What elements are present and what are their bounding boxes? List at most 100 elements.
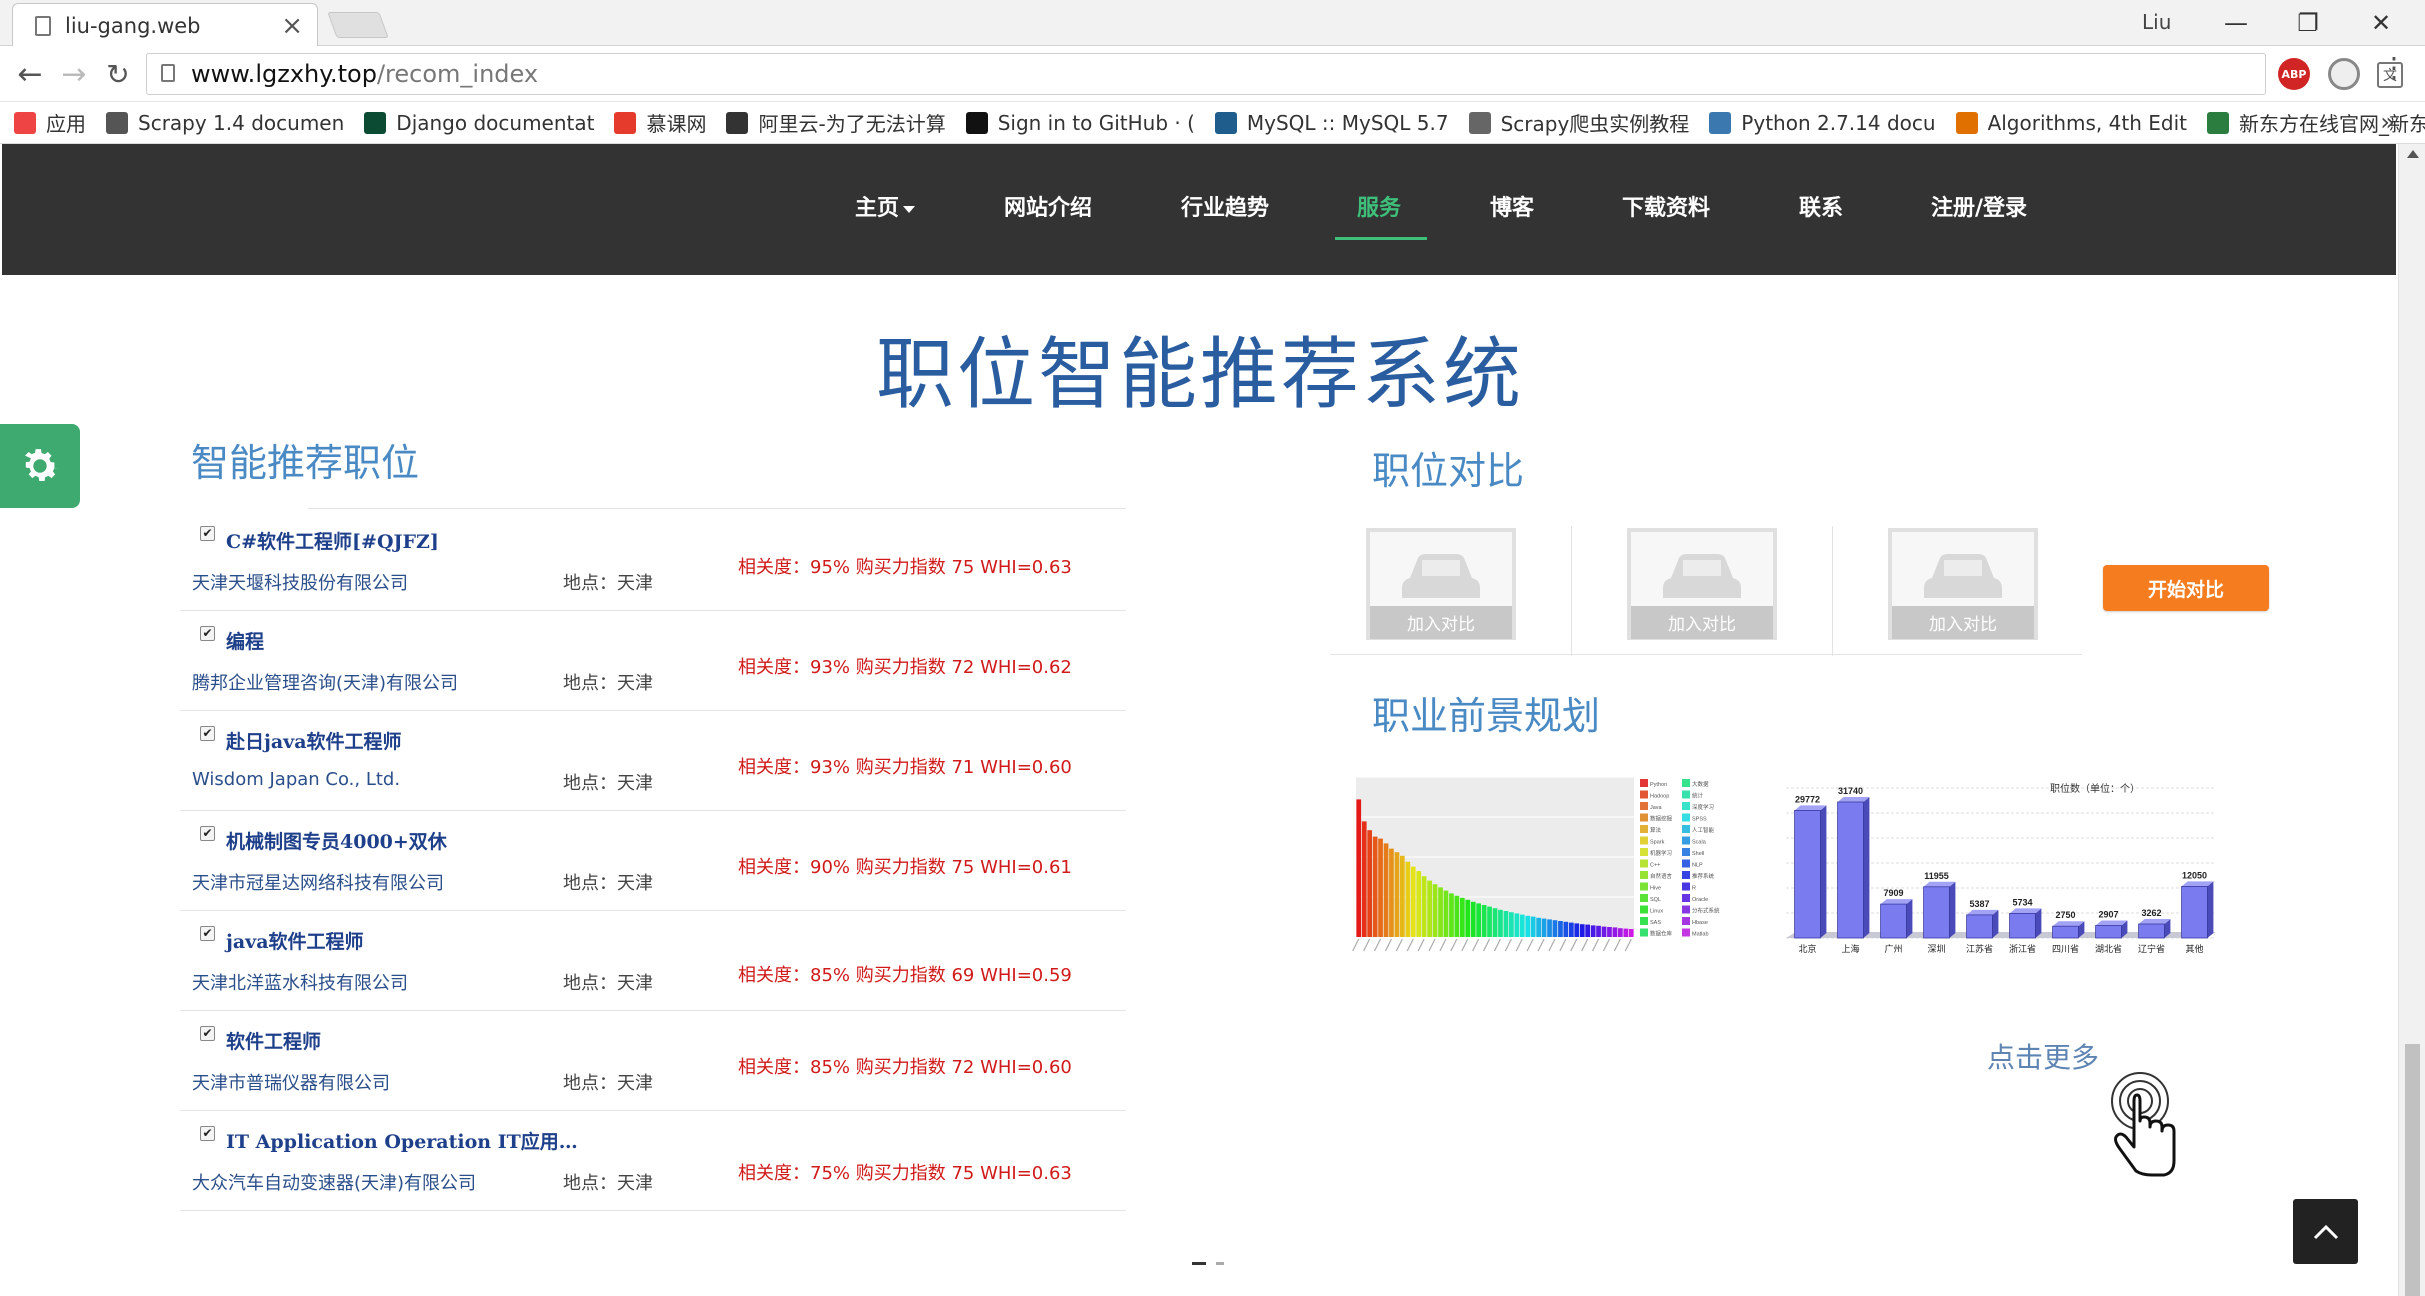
legend-swatch [1640, 779, 1648, 787]
scrollbar-thumb[interactable] [2405, 1044, 2420, 1296]
job-checkbox[interactable]: ✔ [200, 1126, 215, 1141]
bookmarks-overflow-button[interactable]: » [2380, 108, 2395, 136]
chart-bar [1460, 897, 1465, 937]
extension-globe-icon[interactable] [2328, 58, 2360, 90]
add-to-compare-label[interactable]: 加入对比 [1631, 606, 1773, 639]
more-link[interactable]: 点击更多 [1987, 1036, 2099, 1076]
bookmark-item[interactable]: MySQL :: MySQL 5.7 [1214, 111, 1449, 135]
princeton-icon [1955, 111, 1978, 134]
django-icon [364, 111, 387, 134]
job-title[interactable]: C#软件工程师[#QJFZ] [226, 527, 439, 554]
legend-label: Oracle [1692, 897, 1708, 903]
legend-label: Spark [1650, 840, 1665, 846]
doc-icon [106, 111, 128, 134]
nav-item-about[interactable]: 网站介绍 [1004, 190, 1092, 222]
chart-bar [1530, 916, 1536, 937]
flame-icon [614, 111, 637, 134]
profile-name[interactable]: Liu [2142, 10, 2171, 34]
browser-menu-icon[interactable]: ⋮ [2380, 54, 2408, 82]
tab-close-icon[interactable]: × [281, 13, 303, 39]
page-info-icon[interactable] [161, 64, 175, 82]
job-title[interactable]: IT Application Operation IT应用… [226, 1127, 578, 1154]
job-location: 地点：天津 [563, 773, 653, 794]
job-title[interactable]: java软件工程师 [226, 927, 364, 954]
job-title[interactable]: 编程 [226, 627, 264, 654]
nav-item-blog[interactable]: 博客 [1490, 190, 1534, 222]
chart-bar [1400, 855, 1405, 937]
forward-arrow-icon[interactable]: → [56, 56, 92, 92]
chart-bar [1579, 924, 1585, 937]
scroll-up-arrow-icon[interactable] [2407, 150, 2419, 158]
job-title[interactable]: 赴日java软件工程师 [226, 727, 402, 754]
bookmark-item[interactable]: 慕课网 [614, 108, 706, 137]
legend-swatch [1640, 894, 1648, 902]
job-checkbox[interactable]: ✔ [200, 1026, 215, 1041]
legend-swatch [1682, 813, 1690, 822]
bookmark-item[interactable]: Scrapy 1.4 documen [106, 111, 344, 135]
job-title[interactable]: 机械制图专员4000+双休 [226, 827, 447, 854]
chart-bar [1509, 912, 1514, 937]
job-score: 相关度：95% 购买力指数 75 WHI=0.63 [738, 557, 1072, 578]
nav-item-downloads[interactable]: 下载资料 [1622, 190, 1710, 222]
bookmark-item[interactable]: Sign in to GitHub · ( [965, 110, 1195, 135]
bar-value-label: 2750 [2055, 910, 2075, 920]
job-checkbox[interactable]: ✔ [200, 826, 215, 841]
legend-swatch [1640, 871, 1648, 879]
bookmark-item[interactable]: Scrapy爬虫实例教程 [1468, 108, 1689, 137]
browser-tab[interactable]: liu-gang.web × [12, 3, 318, 47]
chart-bar [1601, 926, 1607, 937]
nav-item-contact[interactable]: 联系 [1799, 190, 1843, 222]
add-to-compare-label[interactable]: 加入对比 [1370, 606, 1512, 639]
adblock-icon[interactable]: ABP [2278, 58, 2310, 90]
bookmark-item[interactable]: Algorithms, 4th Edit [1955, 111, 2187, 135]
new-tab-button[interactable] [327, 12, 389, 38]
job-company: 天津天堰科技股份有限公司 [192, 573, 408, 594]
job-company: 天津市普瑞仪器有限公司 [192, 1073, 390, 1094]
nav-item-trends[interactable]: 行业趋势 [1181, 190, 1269, 222]
chart-bar [1547, 919, 1552, 937]
legend-label: Hadoop [1650, 794, 1669, 800]
job-checkbox[interactable]: ✔ [200, 626, 215, 641]
chart-bar [1410, 866, 1416, 937]
compare-slot[interactable]: 加入对比 [1366, 528, 1516, 640]
job-checkbox[interactable]: ✔ [200, 926, 215, 941]
legend-swatch [1640, 825, 1648, 833]
job-checkbox[interactable]: ✔ [200, 526, 215, 541]
job-score: 相关度：85% 购买力指数 69 WHI=0.59 [738, 965, 1072, 986]
bookmark-item[interactable]: Python 2.7.14 docu [1709, 111, 1936, 135]
chart-bar [1427, 880, 1432, 937]
job-score: 相关度：90% 购买力指数 75 WHI=0.61 [738, 857, 1072, 878]
page-viewport: 主页 网站介绍 行业趋势 服务 博客 下载资料 联系 注册/登录 职位智能推荐系… [0, 144, 2425, 1296]
back-arrow-icon[interactable]: ← [12, 56, 48, 92]
chart-bar [1563, 921, 1569, 937]
legend-label: 人工智能 [1692, 826, 1715, 834]
nav-item-login[interactable]: 注册/登录 [1931, 190, 2027, 222]
bookmark-item[interactable]: 应用 [14, 108, 86, 137]
minimize-button[interactable]: — [2200, 4, 2272, 42]
job-title[interactable]: 软件工程师 [226, 1027, 321, 1054]
page-scrollbar[interactable] [2398, 144, 2425, 1296]
start-compare-button[interactable]: 开始对比 [2103, 565, 2269, 611]
compare-slot[interactable]: 加入对比 [1888, 528, 2038, 640]
close-window-button[interactable]: ✕ [2345, 4, 2417, 42]
job-checkbox[interactable]: ✔ [200, 726, 215, 741]
back-to-top-button[interactable] [2293, 1199, 2358, 1264]
job-company: 大众汽车自动变速器(天津)有限公司 [192, 1173, 477, 1194]
compare-slot[interactable]: 加入对比 [1627, 528, 1777, 640]
address-bar[interactable]: www.lgzxhy.top/recom_index 文 [146, 53, 2403, 95]
legend-label: Shell [1692, 851, 1704, 857]
add-to-compare-label[interactable]: 加入对比 [1892, 606, 2034, 639]
bookmark-item[interactable]: Django documentat [364, 111, 594, 135]
bookmark-label: 应用 [46, 112, 86, 136]
legend-swatch [1682, 802, 1690, 810]
nav-item-services[interactable]: 服务 [1357, 190, 1401, 222]
reload-icon[interactable]: ↻ [100, 56, 136, 92]
restore-button[interactable]: ❐ [2272, 4, 2344, 42]
settings-button[interactable] [0, 424, 80, 508]
job-score: 相关度：93% 购买力指数 72 WHI=0.62 [738, 657, 1072, 678]
nav-item-home[interactable]: 主页 [855, 190, 916, 222]
bookmark-label: Sign in to GitHub · ( [997, 110, 1195, 135]
bookmark-item[interactable]: 阿里云-为了无法计算 [726, 108, 946, 137]
legend-swatch [1640, 836, 1648, 845]
job-location: 地点：天津 [563, 573, 653, 594]
